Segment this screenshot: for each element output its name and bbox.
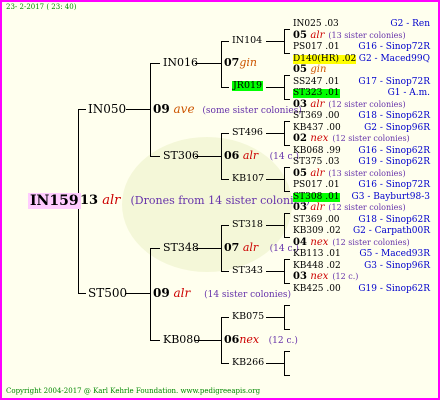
- g4-year-16: 03: [293, 202, 311, 213]
- g4-info-22: 03 nex (12 c.): [293, 272, 358, 282]
- origin-21: G3 - Sinop96R: [364, 261, 430, 271]
- g4-race-10: nex: [310, 133, 329, 144]
- origin-2: G16 - Sinop72R: [358, 42, 430, 52]
- g4-note-1: (13 sister colonies): [328, 31, 406, 40]
- g4-note-22: (12 c.): [332, 272, 359, 281]
- g3-0-info: 07gin: [224, 56, 257, 69]
- g4-info-10: 02 nex (12 sister colonies): [293, 134, 410, 144]
- origin-20: G5 - Maced93R: [359, 249, 430, 259]
- pedigree-chart: 23- 2-2017 ( 23: 40) IN159 13 alr (Drone…: [0, 0, 440, 400]
- origin-11: G16 - Sinop62R: [358, 146, 430, 156]
- g4-info-16: 03 alr (12 sister colonies): [293, 203, 406, 213]
- g4-race-13: alr: [310, 168, 325, 179]
- node-kb075: KB075: [232, 311, 265, 322]
- leaf-queen-14: PS017 .01: [293, 180, 340, 190]
- node-kb107: KB107: [232, 173, 265, 184]
- origin-8: G18 - Sinop62R: [358, 111, 430, 121]
- leaf-queen-3: D140(HR) .02: [293, 54, 357, 64]
- g4-info-13: 05 alr (13 sister colonies): [293, 169, 406, 179]
- node-st343: ST343: [232, 265, 263, 276]
- origin-18: G2 - Carpath00R: [352, 226, 430, 236]
- node-in016: IN016: [163, 56, 198, 69]
- node-in104: IN104: [232, 35, 263, 46]
- g4-info-1: 05 alr (13 sister colonies): [293, 31, 406, 41]
- g4-year-7: 03: [293, 99, 311, 110]
- origin-3: G2 - Maced99Q: [358, 54, 430, 64]
- leaf-queen-6: ST323 .01: [293, 88, 340, 98]
- g4-note-19: (12 sister colonies): [332, 238, 410, 247]
- leaf-queen-18: KB309 .02: [293, 226, 341, 236]
- origin-9: G2 - Sinop96R: [364, 123, 430, 133]
- g4-year-13: 05: [293, 168, 311, 179]
- g4-info-7: 03 alr (12 sister colonies): [293, 100, 406, 110]
- leaf-queen-21: KB448 .02: [293, 261, 341, 271]
- g4-race-22: nex: [310, 271, 329, 282]
- leaf-queen-0: IN025 .03: [293, 19, 339, 29]
- g2-top-info: 09 ave (some sister colonies): [153, 102, 302, 116]
- g4-year-10: 02: [293, 133, 311, 144]
- g4-race-4: gin: [310, 64, 327, 75]
- leaf-queen-9: KB437 .00: [293, 123, 341, 133]
- origin-5: G17 - Sinop72R: [358, 77, 430, 87]
- g4-info-4: 05 gin: [293, 65, 330, 75]
- g4-year-1: 05: [293, 30, 311, 41]
- origin-17: G18 - Sinop62R: [358, 215, 430, 225]
- g3-3-info: 06nex (12 c.): [224, 333, 298, 346]
- leaf-queen-23: KB425 .00: [293, 284, 341, 294]
- leaf-queen-2: PS017 .01: [293, 42, 340, 52]
- leaf-queen-15: ST308 .01: [293, 192, 340, 202]
- g4-race-16: alr: [310, 202, 325, 213]
- g4-race-1: alr: [310, 30, 325, 41]
- origin-15: G3 - Bayburt98-3: [351, 192, 430, 202]
- g4-race-19: nex: [310, 237, 329, 248]
- leaf-queen-17: ST369 .00: [293, 215, 340, 225]
- leaf-queen-12: ST375 .03: [293, 157, 340, 167]
- g2-bottom-info: 09 alr (14 sister colonies): [153, 286, 292, 300]
- g4-info-19: 04 nex (12 sister colonies): [293, 238, 410, 248]
- node-st496: ST496: [232, 127, 263, 138]
- g4-note-7: (12 sister colonies): [328, 100, 406, 109]
- header-date: 23- 2-2017 ( 23: 40): [6, 3, 77, 11]
- g4-note-13: (13 sister colonies): [328, 169, 406, 178]
- g4-note-16: (12 sister colonies): [328, 203, 406, 212]
- node-kb266: KB266: [232, 357, 265, 368]
- leaf-queen-11: KB068 .99: [293, 146, 341, 156]
- g3-2-info: 07 alr (14 c.): [224, 241, 299, 254]
- node-jr019: JR019: [232, 80, 264, 91]
- g4-note-10: (12 sister colonies): [332, 134, 410, 143]
- g4-year-22: 03: [293, 271, 311, 282]
- root-queen-id: IN159: [28, 193, 81, 209]
- g4-race-7: alr: [310, 99, 325, 110]
- node-st348: ST348: [163, 241, 199, 254]
- origin-14: G16 - Sinop72R: [358, 180, 430, 190]
- copyright-footer: Copyright 2004-2017 @ Karl Kehrle Founda…: [6, 387, 261, 395]
- leaf-queen-8: ST369 .00: [293, 111, 340, 121]
- origin-12: G19 - Sinop62R: [358, 157, 430, 167]
- node-st318: ST318: [232, 219, 263, 230]
- g4-year-4: 05: [293, 64, 311, 75]
- node-in050: IN050: [88, 102, 127, 116]
- origin-6: G1 - A.m.: [387, 88, 430, 98]
- node-kb080: KB080: [163, 333, 201, 346]
- g4-year-19: 04: [293, 237, 311, 248]
- origin-23: G19 - Sinop62R: [358, 284, 430, 294]
- leaf-queen-5: SS247 .01: [293, 77, 340, 87]
- node-st500: ST500: [88, 286, 128, 300]
- root-info: 13 alr (Drones from 14 sister colonies): [80, 193, 311, 208]
- leaf-queen-20: KB113 .01: [293, 249, 341, 259]
- origin-0: G2 - Ren: [390, 19, 430, 29]
- g3-1-info: 06 alr (14 c.): [224, 149, 299, 162]
- node-st306: ST306: [163, 149, 199, 162]
